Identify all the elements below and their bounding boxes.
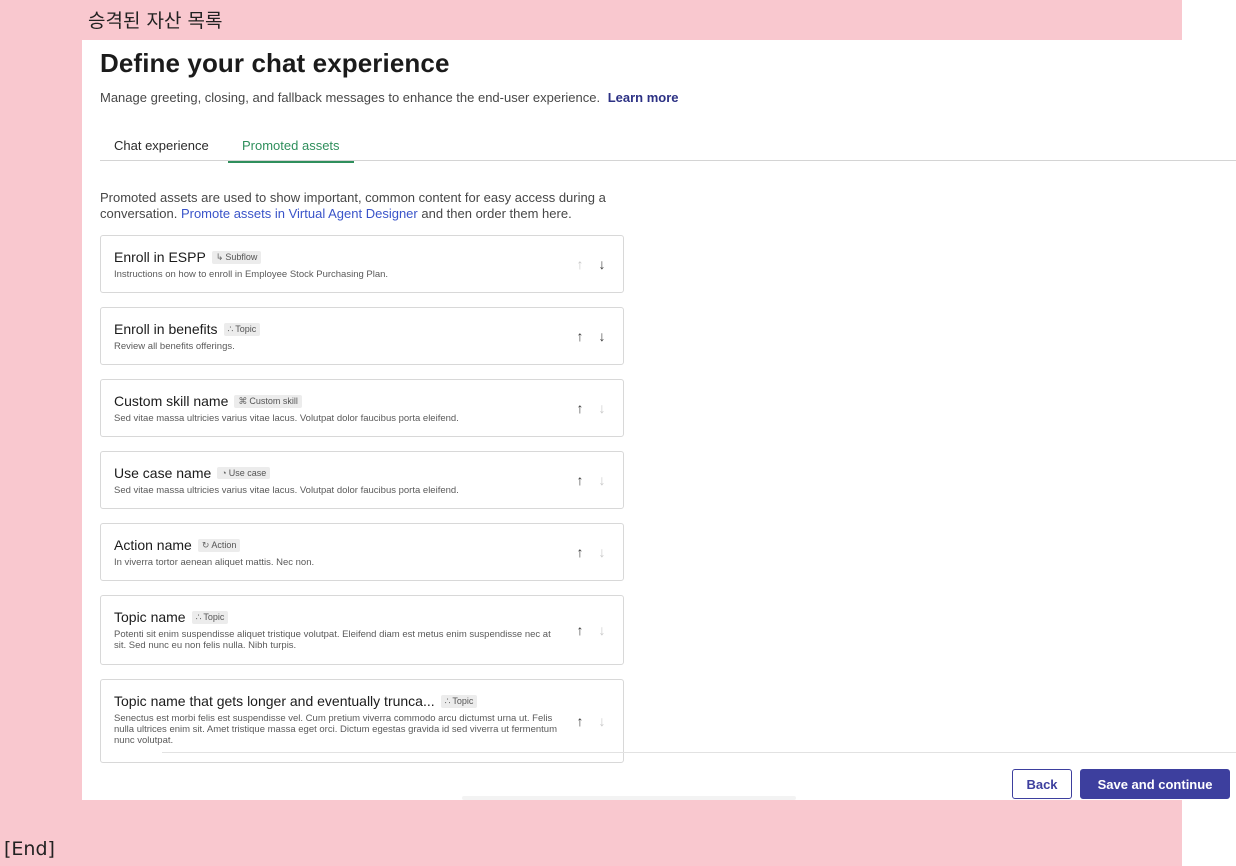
- promote-assets-link[interactable]: Promote assets in Virtual Agent Designer: [181, 206, 418, 221]
- back-button[interactable]: Back: [1012, 769, 1072, 799]
- asset-title: Enroll in benefits: [114, 321, 218, 337]
- asset-type-badge: ◔ Use case: [217, 467, 271, 479]
- tab-promoted-assets[interactable]: Promoted assets: [228, 138, 354, 163]
- promoted-asset-card: Enroll in ESPP ↳ Subflow Instructions on ho…: [100, 235, 624, 293]
- reorder-controls: ↑ ↓: [573, 326, 609, 346]
- page-subtitle: Manage greeting, closing, and fallback m…: [100, 90, 679, 105]
- asset-description: Senectus est morbi felis est suspendisse…: [114, 713, 557, 746]
- reorder-controls: ↑ ↓: [573, 711, 609, 731]
- move-down-arrow-icon: ↓: [598, 472, 606, 488]
- asset-type-badge: ⌘ Custom skill: [234, 394, 302, 408]
- asset-type-badge: ∴ Topic: [191, 610, 229, 624]
- custom-skill-icon: ⌘: [238, 395, 248, 406]
- asset-type-label: Topic: [452, 696, 474, 706]
- promoted-asset-list: Enroll in ESPP ↳ Subflow Instructions on ho…: [100, 235, 624, 777]
- asset-title: Action name: [114, 537, 192, 553]
- reorder-controls: ↑ ↓: [573, 542, 609, 562]
- asset-title: Topic name that gets longer and eventual…: [114, 693, 435, 709]
- asset-type-badge: ↳ Subflow: [211, 250, 262, 264]
- asset-title-row: Enroll in benefits ∴ Topic: [114, 319, 563, 339]
- move-up-arrow-icon[interactable]: ↑: [573, 470, 587, 490]
- annotation-title: 승격된 자산 목록: [88, 10, 223, 32]
- asset-title: Enroll in ESPP: [114, 249, 206, 265]
- annotation-footer-band: [0, 800, 1182, 866]
- intro-text-after: and then order them here.: [421, 206, 572, 221]
- promoted-asset-card: Topic name ∴ Topic Potenti sit enim suspend…: [100, 595, 624, 665]
- asset-type-label: Subflow: [225, 252, 258, 262]
- asset-description: Sed vitae massa ultricies varius vitae l…: [114, 485, 459, 496]
- move-up-arrow-icon[interactable]: ↑: [573, 711, 587, 731]
- tab-chat-experience[interactable]: Chat experience: [114, 138, 209, 161]
- asset-type-badge: ↻ Action: [197, 538, 241, 552]
- asset-type-label: Action: [211, 540, 237, 550]
- move-up-arrow-icon: ↑: [576, 256, 584, 272]
- asset-description: Review all benefits offerings.: [114, 341, 235, 352]
- move-down-arrow-icon: ↓: [598, 622, 606, 638]
- asset-description: In viverra tortor aenean aliquet mattis.…: [114, 557, 315, 568]
- asset-description: Instructions on how to enroll in Employe…: [114, 269, 389, 280]
- topic-icon: ∴: [444, 695, 451, 706]
- asset-type-label: Topic: [203, 612, 225, 622]
- asset-title-row: Topic name ∴ Topic: [114, 607, 563, 627]
- learn-more-link[interactable]: Learn more: [608, 90, 679, 105]
- promoted-asset-card: Enroll in benefits ∴ Topic Review all benef…: [100, 307, 624, 365]
- move-up-arrow-icon[interactable]: ↑: [573, 620, 587, 640]
- reorder-controls: ↑ ↓: [573, 398, 609, 418]
- asset-title: Topic name: [114, 609, 186, 625]
- asset-type-badge: ∴ Topic: [440, 694, 478, 708]
- asset-title-row: Topic name that gets longer and eventual…: [114, 691, 563, 711]
- reorder-controls: ↑ ↓: [573, 470, 609, 490]
- move-up-arrow-icon[interactable]: ↑: [573, 326, 587, 346]
- asset-type-label: Topic: [235, 324, 257, 334]
- asset-type-label: Use case: [228, 468, 267, 478]
- move-up-arrow-icon[interactable]: ↑: [573, 398, 587, 418]
- asset-title: Use case name: [114, 465, 212, 481]
- asset-title-row: Use case name ◔ Use case: [114, 463, 563, 483]
- move-down-arrow-icon[interactable]: ↓: [595, 254, 609, 274]
- scroll-shadow: [462, 796, 796, 800]
- annotation-margin: [0, 40, 82, 800]
- move-down-arrow-icon: ↓: [598, 400, 606, 416]
- move-down-arrow-icon: ↓: [598, 544, 606, 560]
- asset-type-badge: ∴ Topic: [223, 322, 261, 336]
- action-icon: ↻: [201, 539, 210, 550]
- subtitle-text: Manage greeting, closing, and fallback m…: [100, 90, 601, 105]
- promoted-asset-card: Custom skill name ⌘ Custom skill Sed vitae …: [100, 379, 624, 437]
- asset-title-row: Custom skill name ⌘ Custom skill: [114, 391, 563, 411]
- asset-description: Potenti sit enim suspendisse aliquet tri…: [114, 629, 551, 651]
- topic-icon: ∴: [227, 323, 234, 334]
- promoted-asset-card: Topic name that gets longer and eventual…: [100, 679, 624, 763]
- asset-title-row: Enroll in ESPP ↳ Subflow: [114, 247, 563, 267]
- move-down-arrow-icon: ↓: [598, 713, 606, 729]
- topic-icon: ∴: [195, 611, 202, 622]
- footer-divider: [162, 752, 1236, 753]
- use-case-icon: ◔: [221, 468, 227, 478]
- promoted-asset-card: Action name ↻ Action In viverra tortor aene…: [100, 523, 624, 581]
- page-title: Define your chat experience: [100, 48, 450, 78]
- annotation-end-marker: [End]: [4, 838, 55, 860]
- reorder-controls: ↑ ↓: [573, 254, 609, 274]
- tab-bar: Chat experience Promoted assets: [100, 134, 1236, 163]
- save-and-continue-button[interactable]: Save and continue: [1080, 769, 1230, 799]
- asset-title: Custom skill name: [114, 393, 229, 409]
- screenshot-panel: Define your chat experience Manage greet…: [82, 40, 1236, 800]
- promoted-asset-card: Use case name ◔ Use case Sed vitae massa ul…: [100, 451, 624, 509]
- intro-text: Promoted assets are used to show importa…: [100, 190, 640, 222]
- subflow-icon: ↳: [215, 251, 224, 262]
- asset-type-label: Custom skill: [249, 396, 298, 406]
- move-down-arrow-icon[interactable]: ↓: [595, 326, 609, 346]
- reorder-controls: ↑ ↓: [573, 620, 609, 640]
- move-up-arrow-icon[interactable]: ↑: [573, 542, 587, 562]
- asset-description: Sed vitae massa ultricies varius vitae l…: [114, 413, 459, 424]
- asset-title-row: Action name ↻ Action: [114, 535, 563, 555]
